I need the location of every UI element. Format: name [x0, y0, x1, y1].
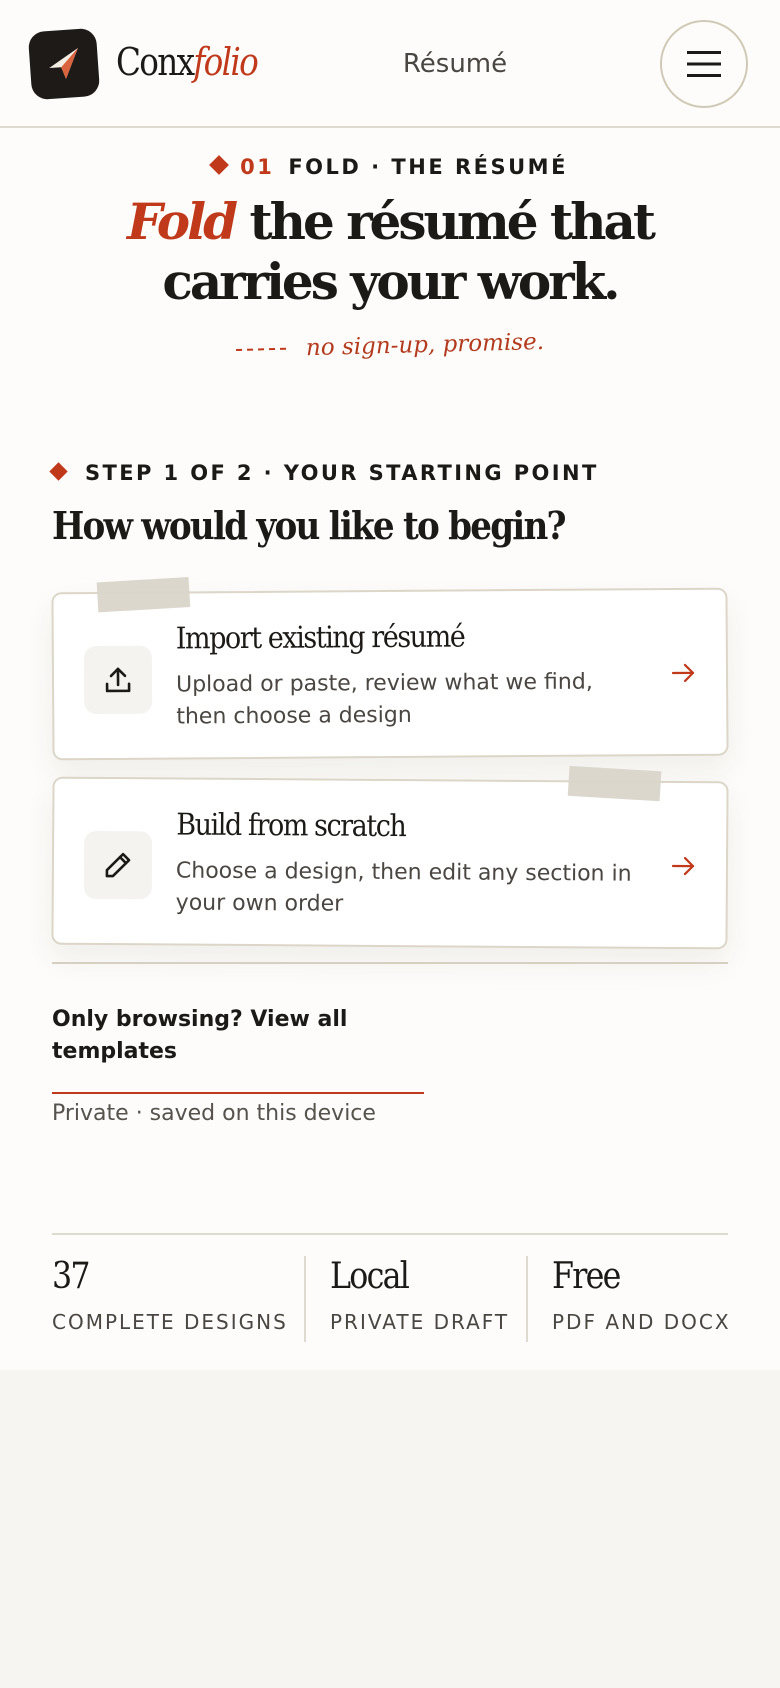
page-title: Fold the résumé that carries your work.: [60, 192, 720, 312]
stat-draft: Local PRIVATE DRAFT: [304, 1256, 526, 1342]
handnote-text: no sign-up, promise.: [305, 328, 545, 362]
option-icon-box: [83, 645, 153, 715]
stat-label: PRIVATE DRAFT: [330, 1310, 510, 1334]
stat-value: Local: [330, 1256, 410, 1297]
diamond-icon: [49, 462, 68, 481]
dashed-line: [235, 347, 287, 352]
headline-accent: Fold: [127, 192, 238, 251]
stat-export: Free PDF AND DOCX: [526, 1256, 731, 1342]
paper-plane-icon: [49, 47, 78, 79]
brand-name[interactable]: Conxfolio: [116, 36, 259, 88]
step-question: How would you like to begin?: [52, 503, 567, 548]
brand-name-accent: folio: [193, 40, 258, 84]
stat-value: 37: [52, 1256, 91, 1297]
stat-designs: 37 COMPLETE DESIGNS: [52, 1256, 302, 1342]
option-title: Import existing résumé: [175, 619, 465, 657]
privacy-note: Private · saved on this device: [52, 1101, 376, 1126]
logo[interactable]: [27, 27, 101, 101]
nav-link-resume[interactable]: Résumé: [380, 46, 530, 82]
page: Conxfolio Résumé 01 FOLD · THE RÉSUMÉ Fol…: [0, 0, 780, 1370]
view-templates-link[interactable]: Only browsing? View all templates: [52, 1004, 424, 1094]
headline-rest: the résumé that carries your work.: [162, 192, 656, 311]
hamburger-icon: [687, 51, 721, 77]
diamond-icon: [209, 155, 229, 175]
arrow-right-icon: [671, 856, 695, 876]
stat-value: Free: [552, 1256, 621, 1297]
option-card-scratch[interactable]: Build from scratch Choose a design, then…: [51, 765, 729, 950]
stat-label: COMPLETE DESIGNS: [52, 1310, 288, 1334]
stats-divider: [52, 1233, 728, 1235]
section-eyebrow: 01 FOLD · THE RÉSUMÉ: [0, 150, 780, 184]
handwritten-note: no sign-up, promise.: [0, 318, 780, 374]
arrow-right-icon: [671, 663, 695, 683]
option-description: Choose a design, then edit any section i…: [175, 858, 632, 917]
upload-icon: [105, 667, 131, 693]
option-card-import[interactable]: Import existing résumé Upload or paste, …: [51, 577, 729, 761]
option-icon-box: [83, 830, 153, 900]
site-header: Conxfolio Résumé: [0, 0, 780, 128]
pencil-icon: [105, 852, 131, 878]
stat-label: PDF AND DOCX: [552, 1310, 731, 1334]
step-label: STEP 1 OF 2 · YOUR STARTING POINT: [49, 458, 599, 488]
brand-name-main: Conx: [116, 40, 195, 84]
tape-decoration: [567, 765, 662, 802]
eyebrow-number: 01: [240, 155, 275, 179]
divider: [52, 962, 728, 964]
eyebrow-text: FOLD · THE RÉSUMÉ: [288, 155, 568, 179]
option-title: Build from scratch: [176, 807, 406, 845]
menu-button[interactable]: [660, 20, 748, 108]
tape-decoration: [96, 577, 191, 613]
option-description: Upload or paste, review what we find, th…: [175, 669, 593, 730]
step-label-text: STEP 1 OF 2 · YOUR STARTING POINT: [85, 461, 599, 485]
